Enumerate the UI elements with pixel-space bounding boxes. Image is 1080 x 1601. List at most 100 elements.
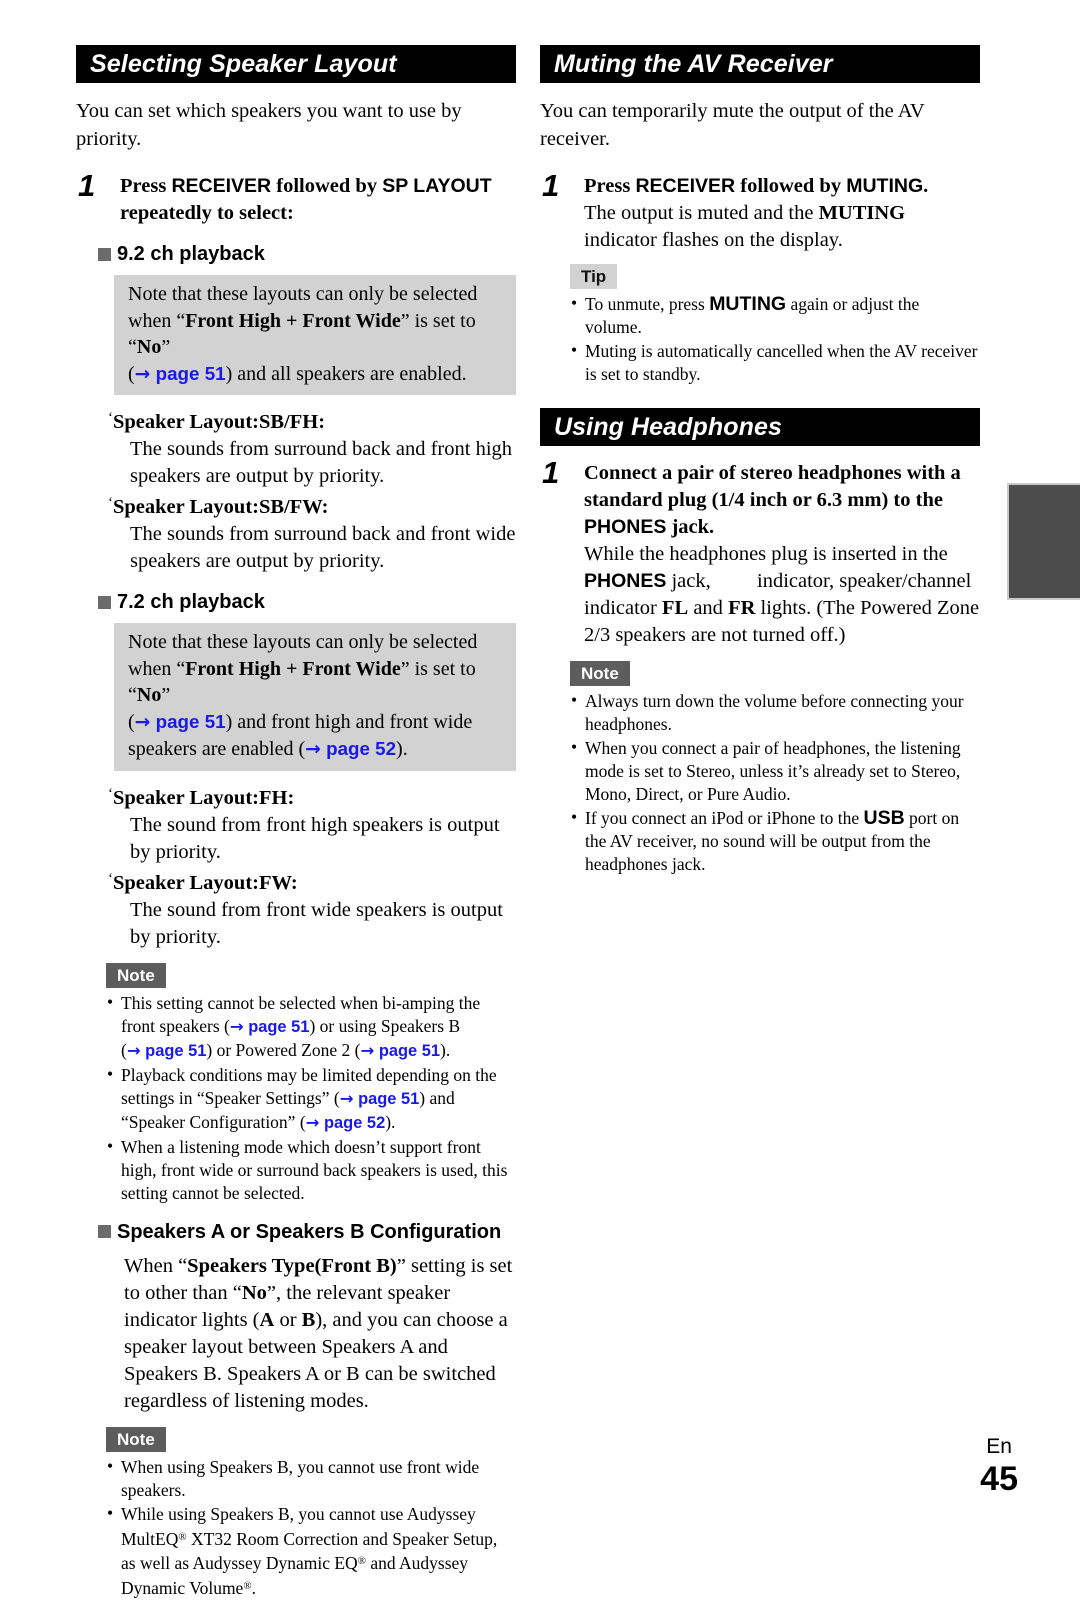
note-box-line-2: when “Front High + Front Wide” is set to… <box>128 656 506 709</box>
note-list-3: Always turn down the volume before conne… <box>570 689 980 876</box>
tip-badge: Tip <box>570 264 618 289</box>
bold-fr: FR <box>728 597 756 619</box>
list-item: This setting cannot be selected when bi-… <box>106 991 516 1063</box>
bold-a: A <box>259 1308 275 1331</box>
definition-sb-fw: ‘Speaker Layout:SB/FW: The sounds from s… <box>108 490 516 575</box>
page-reference-link[interactable]: → page 52 <box>306 1113 386 1132</box>
step-number: 1 <box>78 168 96 203</box>
step-title-line3: jack. <box>666 516 715 538</box>
note-badge-wrap-3: Note <box>570 661 980 686</box>
bold-muting-indicator: MUTING <box>818 202 906 224</box>
step-1-headphones: 1 Connect a pair of stereo headphones wi… <box>540 456 980 649</box>
definition-fh: ‘Speaker Layout:FH: The sound from front… <box>108 781 516 866</box>
note-badge-wrap-2: Note <box>106 1426 516 1452</box>
page-reference-link[interactable]: → page 51 <box>230 1017 310 1036</box>
step-title-text-1: Press <box>584 175 636 197</box>
note-text: ). <box>440 1039 451 1060</box>
list-item: When using Speakers B, you cannot use fr… <box>106 1455 516 1502</box>
step-title-line1: Connect a pair of stereo headphones with… <box>584 462 961 484</box>
key-receiver: RECEIVER <box>635 175 736 197</box>
body-mid3: and <box>688 597 729 619</box>
step-title-text-2: followed by <box>271 175 383 197</box>
note-list-1: This setting cannot be selected when bi-… <box>106 991 516 1205</box>
body-pre: When “ <box>124 1254 188 1277</box>
manual-page: Selecting Speaker Layout You can set whi… <box>0 0 1080 1598</box>
step-title: Press RECEIVER followed by SP LAYOUT repe… <box>120 173 516 227</box>
definition-sb-fh: ‘Speaker Layout:SB/FH: The sounds from s… <box>108 405 516 490</box>
nb-bold-front-high-front-wide: Front High + Front Wide <box>185 657 401 680</box>
note-box-line-1: Note that these layouts can only be sele… <box>128 631 478 653</box>
note-badge-wrap-1: Note <box>106 962 516 988</box>
definition-description: The sounds from surround back and front … <box>130 523 516 572</box>
key-receiver: RECEIVER <box>171 175 272 197</box>
page-reference-link[interactable]: → page 51 <box>340 1089 420 1108</box>
page-reference-link[interactable]: → page 51 <box>360 1041 440 1060</box>
bold-b: B <box>301 1308 316 1331</box>
step-number: 1 <box>542 168 560 203</box>
nb-post: ” <box>161 684 171 706</box>
section-header-using-headphones: Using Headphones <box>540 408 980 446</box>
right-column: Muting the AV Receiver You can temporari… <box>540 45 980 877</box>
note-box-line-3: (→ page 51) and front high and front wid… <box>128 709 506 764</box>
page-reference-link[interactable]: → page 51 <box>135 363 226 385</box>
note-text: If you connect an iPod or iPhone to the <box>585 808 864 828</box>
note-box-9-2-ch: Note that these layouts can only be sele… <box>114 275 516 395</box>
square-bullet-icon <box>98 247 111 261</box>
definition-term-label: Speaker Layout:FH <box>113 786 288 809</box>
definition-term-label: Speaker Layout:SB/FH <box>113 411 319 433</box>
step-1-sp-layout: 1 Press RECEIVER followed by SP LAYOUT re… <box>76 169 516 227</box>
subheading-7-2-ch-playback: 7.2 ch playback <box>98 589 516 615</box>
nb-bold-no: No <box>136 684 162 706</box>
subheading-9-2-ch-playback: 9.2 ch playback <box>98 241 516 267</box>
page-reference-link[interactable]: → page 52 <box>305 738 396 760</box>
nb-post: ” <box>161 336 171 358</box>
subheading-speakers-a-or-b-configuration: Speakers A or Speakers B Configuration <box>98 1219 516 1245</box>
list-item: If you connect an iPod or iPhone to the … <box>570 806 980 876</box>
note-box-line-3: (→ page 51) and all speakers are enabled… <box>128 361 506 389</box>
definition-term-label: Speaker Layout:FW <box>113 871 291 894</box>
page-reference-link[interactable]: → page 51 <box>135 711 226 733</box>
nb-bold-front-high-front-wide: Front High + Front Wide <box>185 309 401 332</box>
key-phones: PHONES <box>584 570 667 592</box>
list-item: Muting is automatically cancelled when t… <box>570 339 980 386</box>
body-mid3: or <box>274 1308 302 1331</box>
list-item: To unmute, press MUTING again or adjust … <box>570 292 980 339</box>
note-text: ). <box>385 1111 396 1132</box>
page-footer: En 45 <box>980 1434 1018 1498</box>
note-box-line-1: Note that these layouts can only be sele… <box>128 283 478 305</box>
note-badge: Note <box>106 962 166 988</box>
tip-list: To unmute, press MUTING again or adjust … <box>570 292 980 386</box>
note-badge: Note <box>570 661 630 686</box>
nb3-post: ). <box>396 738 408 760</box>
section-header-selecting-speaker-layout: Selecting Speaker Layout <box>76 45 516 83</box>
step-title: Connect a pair of stereo headphones with… <box>584 460 980 541</box>
definition-term: ‘Speaker Layout:SB/FH: <box>108 410 326 433</box>
key-phones: PHONES <box>584 516 667 538</box>
definition-fw: ‘Speaker Layout:FW: The sound from front… <box>108 866 516 951</box>
subheading-label: 9.2 ch playback <box>117 243 265 265</box>
key-sp-layout: SP LAYOUT <box>382 175 492 197</box>
section2-intro: You can temporarily mute the output of t… <box>540 100 925 150</box>
key-muting: MUTING <box>846 175 924 197</box>
square-bullet-icon <box>98 1225 111 1238</box>
body-post: indicator flashes on the display. <box>584 229 843 251</box>
footer-language: En <box>986 1435 1012 1458</box>
thumb-index-tab <box>1007 483 1080 600</box>
definition-term-label: Speaker Layout:SB/FW <box>113 496 322 518</box>
body-pre: The output is muted and the <box>584 202 819 224</box>
definition-description: The sound from front high speakers is ou… <box>130 813 500 863</box>
list-item: When you connect a pair of headphones, t… <box>570 736 980 806</box>
bold-fl: FL <box>662 597 689 619</box>
note-text: ) or Powered Zone 2 ( <box>206 1039 361 1060</box>
note-box-7-2-ch: Note that these layouts can only be sele… <box>114 623 516 771</box>
nb3-post: ) and all speakers are enabled. <box>225 362 467 385</box>
step-title-text-3: . <box>923 175 929 197</box>
square-bullet-icon <box>98 595 111 609</box>
body-mid: jack, <box>666 570 716 592</box>
list-item: When a listening mode which doesn’t supp… <box>106 1135 516 1205</box>
step-title-line2: repeatedly to select: <box>120 202 294 224</box>
tip-badge-wrap: Tip <box>570 264 980 289</box>
nb-pre: when “ <box>128 309 186 332</box>
page-reference-link[interactable]: → page 51 <box>127 1041 207 1060</box>
key-usb: USB <box>863 807 905 829</box>
